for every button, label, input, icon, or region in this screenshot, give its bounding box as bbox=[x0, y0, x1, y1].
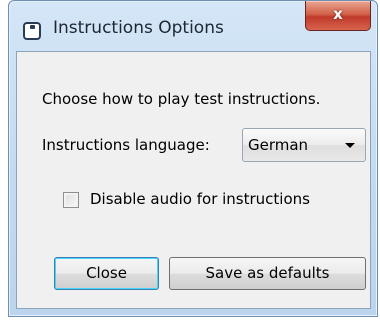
app-window-icon bbox=[23, 22, 41, 40]
disable-audio-label[interactable]: Disable audio for instructions bbox=[90, 190, 310, 208]
save-as-defaults-button[interactable]: Save as defaults bbox=[169, 257, 366, 290]
title-bar[interactable]: Instructions Options x bbox=[9, 1, 377, 51]
window-close-button[interactable]: x bbox=[305, 1, 371, 31]
language-select-value: German bbox=[248, 136, 309, 154]
dialog-body: Choose how to play test instructions. In… bbox=[16, 51, 371, 309]
close-icon: x bbox=[333, 5, 343, 23]
disable-audio-checkbox[interactable] bbox=[63, 192, 79, 208]
language-select[interactable]: German bbox=[242, 128, 366, 162]
language-label: Instructions language: bbox=[42, 136, 210, 154]
dialog-window: Instructions Options x Choose how to pla… bbox=[8, 0, 378, 317]
instructions-prompt: Choose how to play test instructions. bbox=[42, 90, 321, 108]
window-title: Instructions Options bbox=[53, 18, 224, 38]
chevron-down-icon bbox=[345, 143, 355, 148]
close-button[interactable]: Close bbox=[54, 257, 159, 290]
